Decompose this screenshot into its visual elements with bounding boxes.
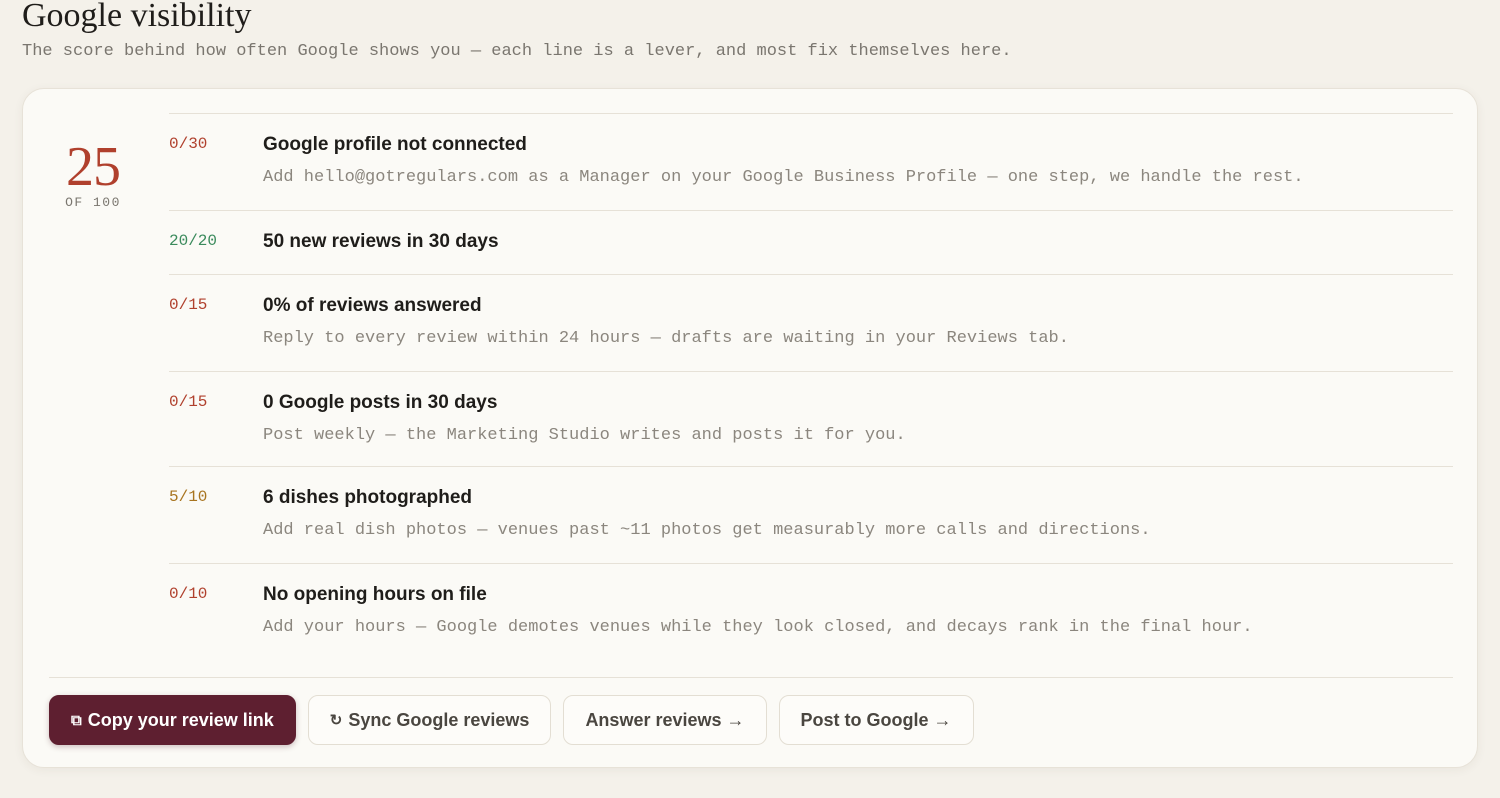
item-title: No opening hours on file (263, 584, 487, 605)
copy-icon: ⧉ (71, 711, 82, 729)
page-title: Google visibility (22, 0, 252, 34)
item-body: 6 dishes photographed Add real dish phot… (263, 467, 1453, 542)
score-block: 25 OF 100 (47, 137, 139, 210)
score-item-dish-photos: 5/10 6 dishes photographed Add real dish… (169, 467, 1453, 564)
action-bar: ⧉ Copy your review link ↻ Sync Google re… (49, 677, 1453, 745)
score-item-new-reviews: 20/20 50 new reviews in 30 days (169, 211, 1453, 275)
item-description: Reply to every review within 24 hours — … (263, 329, 1069, 348)
item-title: 50 new reviews in 30 days (263, 231, 499, 252)
score-item-opening-hours: 0/10 No opening hours on file Add your h… (169, 564, 1453, 674)
item-description: Add real dish photos — venues past ~11 p… (263, 521, 1151, 540)
score-suffix: OF 100 (65, 195, 121, 210)
button-label: Copy your review link (87, 709, 274, 730)
button-label: Answer reviews → (585, 709, 745, 730)
item-title: 6 dishes photographed (263, 487, 473, 508)
item-body: 0% of reviews answered Reply to every re… (263, 275, 1453, 350)
item-title: 0 Google posts in 30 days (263, 392, 498, 413)
item-body: Google profile not connected Add hello@g… (263, 114, 1453, 189)
item-points: 0/15 (169, 296, 208, 314)
page-subtitle: The score behind how often Google shows … (22, 42, 1012, 61)
visibility-card: 25 OF 100 0/30 Google profile not connec… (22, 88, 1478, 768)
button-label: Sync Google reviews (348, 709, 530, 730)
item-points: 0/15 (169, 393, 208, 411)
item-points: 20/20 (169, 232, 218, 250)
answer-reviews-button[interactable]: Answer reviews → (563, 695, 767, 745)
item-title: 0% of reviews answered (263, 295, 482, 316)
sync-google-reviews-button[interactable]: ↻ Sync Google reviews (307, 695, 552, 745)
refresh-icon: ↻ (329, 711, 343, 729)
score-item-reviews-answered: 0/15 0% of reviews answered Reply to eve… (169, 275, 1453, 372)
item-body: 0 Google posts in 30 days Post weekly — … (263, 372, 1453, 447)
score-item-google-profile: 0/30 Google profile not connected Add he… (169, 114, 1453, 211)
item-description: Add your hours — Google demotes venues w… (263, 618, 1253, 637)
item-points: 5/10 (169, 488, 208, 506)
item-body: 50 new reviews in 30 days (263, 211, 1453, 254)
item-title: Google profile not connected (263, 134, 527, 155)
post-to-google-button[interactable]: Post to Google → (778, 695, 974, 745)
item-description: Add hello@gotregulars.com as a Manager o… (263, 168, 1304, 187)
score-item-google-posts: 0/15 0 Google posts in 30 days Post week… (169, 372, 1453, 467)
score-value: 25 (66, 136, 121, 198)
item-description: Post weekly — the Marketing Studio write… (263, 426, 906, 445)
item-points: 0/30 (169, 135, 208, 153)
copy-review-link-button[interactable]: ⧉ Copy your review link (49, 695, 296, 745)
item-body: No opening hours on file Add your hours … (263, 564, 1453, 639)
button-label: Post to Google → (800, 709, 952, 730)
score-items: 0/30 Google profile not connected Add he… (169, 113, 1453, 674)
item-points: 0/10 (169, 585, 208, 603)
